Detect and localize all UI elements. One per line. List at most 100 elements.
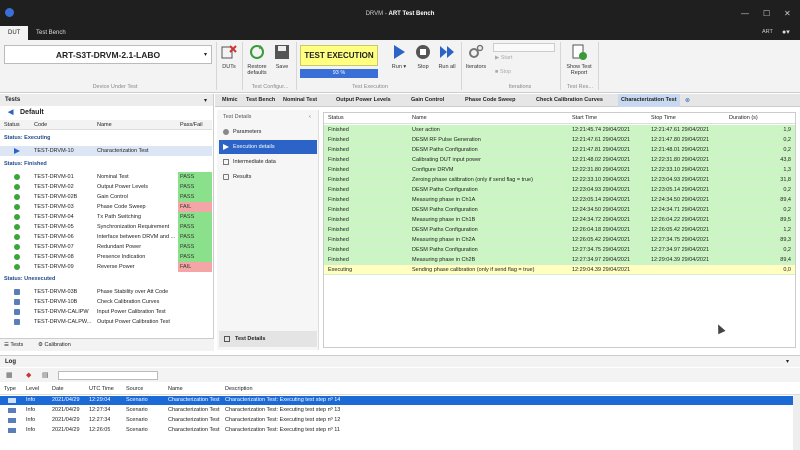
log-scrollbar[interactable] <box>793 395 800 450</box>
test-row[interactable]: TEST-DRVM-02B Gain Control PASS <box>0 192 212 202</box>
stop-button[interactable]: Stop <box>413 44 433 70</box>
back-arrow-icon[interactable]: ◀ <box>8 107 13 119</box>
group-unexecuted[interactable]: Status: Unexecuted <box>0 274 212 284</box>
execution-row[interactable]: Finished Measuring phase in Ch2B 12:27:34.… <box>324 255 795 265</box>
pass-fail-badge: PASS <box>178 252 212 262</box>
doc-tab[interactable]: Mimic <box>219 94 241 107</box>
execution-row[interactable]: Finished Calibrating DUT input power 12:21… <box>324 155 795 165</box>
tab-test-bench[interactable]: Test Bench <box>28 26 74 40</box>
test-row[interactable]: TEST-DRVM-04 Tx Path Switching PASS <box>0 212 212 222</box>
execution-row[interactable]: Finished DESM Paths Configuration 12:23:04… <box>324 185 795 195</box>
execution-row[interactable]: Finished DESM RF Pulse Generation 12:21:47… <box>324 135 795 145</box>
pass-fail-badge: FAIL <box>178 262 212 272</box>
test-row[interactable]: TEST-DRVM-10B Check Calibration Curves <box>0 297 212 307</box>
execution-row[interactable]: Finished Measuring phase in Ch2A 12:26:05.… <box>324 235 795 245</box>
run-button[interactable]: Run ▾ <box>389 44 409 70</box>
dut-selector[interactable]: ART-S3T-DRVM-2.1-LABO ▾ <box>4 45 212 64</box>
group-finished[interactable]: Status: Finished <box>0 159 212 169</box>
test-row[interactable]: TEST-DRVM-07 Redundant Power PASS <box>0 242 212 252</box>
save-button[interactable]: Save <box>272 44 292 70</box>
test-row[interactable]: TEST-DRVM-05 Synchronization Requirement P… <box>0 222 212 232</box>
close-tab-icon[interactable]: ⊗ <box>685 97 690 104</box>
test-details-footer[interactable]: Test Details <box>219 331 317 347</box>
tab-calibration[interactable]: ⚙ Calibration <box>38 342 71 348</box>
log-row[interactable]: Info 2021/04/29 12:27:34 Scenario Characteri… <box>0 416 793 425</box>
execution-row[interactable]: Executing Sending phase calibration (only… <box>324 265 795 275</box>
filter-icon[interactable]: ▤ <box>42 371 49 379</box>
execution-row[interactable]: Finished Measuring phase in Ch1B 12:24:34.… <box>324 215 795 225</box>
iterators-button[interactable]: Iterators <box>463 44 489 70</box>
execution-row[interactable]: Finished Measuring phase in Ch1A 12:23:05.… <box>324 195 795 205</box>
tab-dut[interactable]: DUT <box>0 26 29 40</box>
test-name: Reverse Power <box>97 264 135 270</box>
iteration-start-button[interactable]: ▶ Start <box>495 55 512 61</box>
default-group[interactable]: ◀ Default <box>0 107 212 119</box>
iteration-stop-button[interactable]: ■ Stop <box>495 69 511 75</box>
clear-icon[interactable]: ◆ <box>26 371 31 379</box>
log-row[interactable]: Info 2021/04/29 12:29:04 Scenario Characteri… <box>0 396 793 405</box>
log-cell-source: Scenario <box>126 397 148 403</box>
execution-row[interactable]: Finished DESM Paths Configuration 12:24:34… <box>324 205 795 215</box>
log-row[interactable]: Info 2021/04/29 12:26:05 Scenario Characteri… <box>0 426 793 435</box>
log-cell-time: 12:29:04 <box>89 397 111 403</box>
cell-status: Finished <box>328 247 349 253</box>
cell-name: Configure DRVM <box>412 167 454 173</box>
cell-stop: 12:27:34.75 29/04/2021 <box>651 237 710 243</box>
test-row[interactable]: TEST-DRVM-10 Characterization Test <box>0 146 212 156</box>
close-icon[interactable]: ✕ <box>784 9 791 18</box>
test-row[interactable]: TEST-DRVM-02 Output Power Levels PASS <box>0 182 212 192</box>
doc-tab[interactable]: Output Power Levels <box>333 94 394 107</box>
run-all-button[interactable]: Run all <box>436 44 458 70</box>
cell-start: 12:29:04.39 29/04/2021 <box>572 267 631 273</box>
play-icon <box>223 144 229 150</box>
pin-icon[interactable]: ▾ <box>786 356 789 368</box>
collapse-icon[interactable]: ‹ <box>309 114 311 120</box>
execution-row[interactable]: Finished DESM Paths Configuration 12:26:04… <box>324 225 795 235</box>
play-icon <box>394 45 405 59</box>
show-test-report-button[interactable]: Show Test Report <box>564 44 594 76</box>
nav-execution-details[interactable]: Execution details <box>219 140 317 154</box>
cell-stop: 12:22:31.80 29/04/2021 <box>651 157 710 163</box>
doc-tab[interactable]: Phase Code Sweep <box>462 94 518 107</box>
cell-name: DESM RF Pulse Generation <box>412 137 481 143</box>
doc-tab[interactable]: Test Bench <box>243 94 278 107</box>
execution-row[interactable]: Finished Configure DRVM 12:22:31.80 29/04/… <box>324 165 795 175</box>
tab-tests[interactable]: ☰ Tests <box>4 342 23 348</box>
execution-row[interactable]: Finished DESM Paths Configuration 12:27:34… <box>324 245 795 255</box>
execution-row[interactable]: Finished DESM Paths Configuration 12:21:47… <box>324 145 795 155</box>
restore-defaults-button[interactable]: Restore defaults <box>244 44 270 76</box>
test-row[interactable]: TEST-DRVM-08 Presence Indication PASS <box>0 252 212 262</box>
nav-parameters[interactable]: Parameters <box>219 125 317 139</box>
doc-tab[interactable]: Check Calibration Curves <box>533 94 606 107</box>
test-row[interactable]: TEST-DRVM-01 Nominal Test PASS <box>0 172 212 182</box>
group-executing[interactable]: Status: Executing <box>0 133 212 143</box>
nav-results[interactable]: Results <box>219 170 317 184</box>
test-row[interactable]: TEST-DRVM-03B Phase Stability over Att Co… <box>0 287 212 297</box>
nav-intermediate-data[interactable]: Intermediate data <box>219 155 317 169</box>
test-row[interactable]: TEST-DRVM-09 Reverse Power FAIL <box>0 262 212 272</box>
test-row[interactable]: TEST-DRVM-06 Interface between DRVM and .… <box>0 232 212 242</box>
test-row[interactable]: TEST-DRVM-03 Phase Code Sweep FAIL <box>0 202 212 212</box>
log-search-input[interactable] <box>58 371 158 380</box>
doc-tab[interactable]: Characterization Test <box>618 94 680 107</box>
execution-row[interactable]: Finished User action 12:21:45.74 29/04/202… <box>324 125 795 135</box>
grid-icon[interactable]: ▦ <box>6 371 13 379</box>
minimize-icon[interactable]: — <box>741 9 749 18</box>
pin-icon[interactable]: ▾ <box>204 97 207 104</box>
user-icon[interactable]: ●▾ <box>782 28 790 36</box>
duts-button[interactable]: DUTs <box>219 44 239 70</box>
log-row[interactable]: Info 2021/04/29 12:27:34 Scenario Characteri… <box>0 406 793 415</box>
cell-name: Sending phase calibration (only if send … <box>412 267 535 273</box>
test-row[interactable]: TEST-DRVM-CALPW... Output Power Calibrati… <box>0 317 212 327</box>
maximize-icon[interactable]: ☐ <box>763 9 770 18</box>
doc-tab[interactable]: Gain Control <box>408 94 447 107</box>
cell-status: Finished <box>328 137 349 143</box>
iterations-select[interactable] <box>493 43 555 52</box>
log-cell-date: 2021/04/29 <box>52 407 80 413</box>
execution-row[interactable]: Finished Zeroing phase calibration (only … <box>324 175 795 185</box>
doc-tab[interactable]: Nominal Test <box>280 94 320 107</box>
log-cell-date: 2021/04/29 <box>52 397 80 403</box>
cell-name: DESM Paths Configuration <box>412 187 478 193</box>
test-row[interactable]: TEST-DRVM-CALIPW Input Power Calibration … <box>0 307 212 317</box>
cell-start: 12:26:05.42 29/04/2021 <box>572 237 631 243</box>
